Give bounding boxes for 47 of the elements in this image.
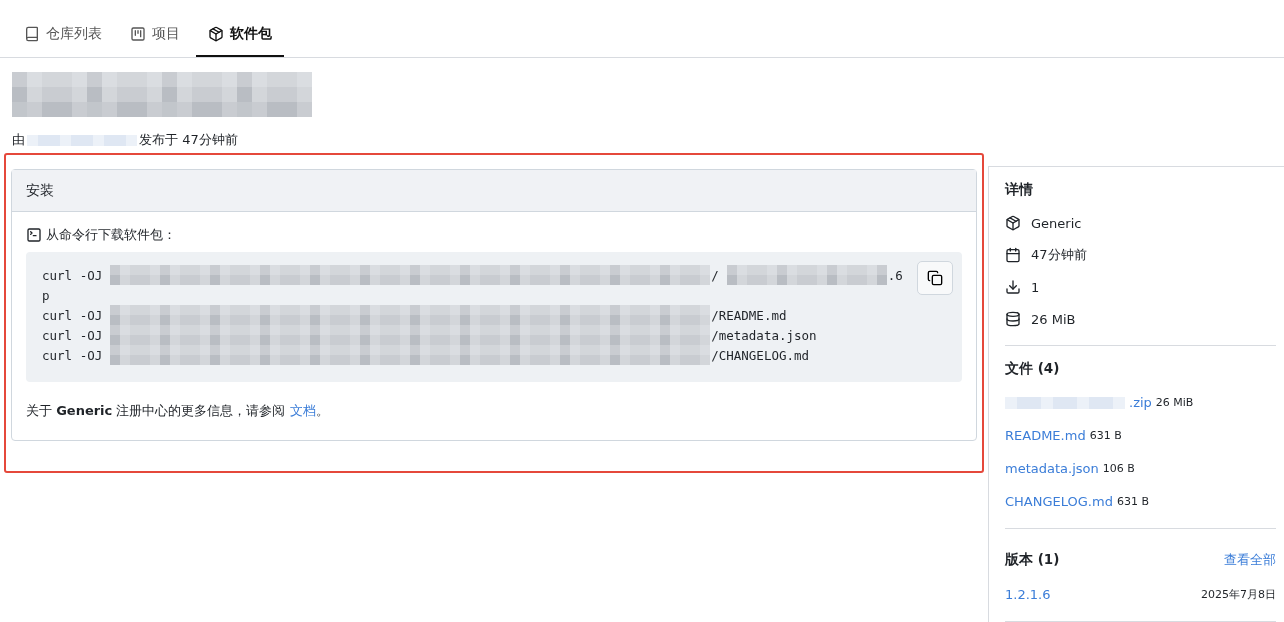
section-title: 版本 (1)	[1005, 551, 1060, 569]
file-size: 106 B	[1102, 462, 1135, 475]
download-icon	[1005, 279, 1021, 295]
file-link[interactable]: README.md	[1005, 428, 1086, 443]
byline-text: 发布于 47分钟前	[139, 131, 238, 149]
file-size: 631 B	[1089, 429, 1122, 442]
code-text: curl -OJ	[42, 347, 103, 363]
detail-text: 1	[1031, 279, 1040, 295]
code-text: /	[711, 267, 719, 283]
code-text: /CHANGELOG.md	[711, 347, 810, 363]
tab[interactable]: 仓库列表	[12, 13, 114, 57]
info-text: 关于 Generic 注册中心的更多信息，请参阅 文档。	[26, 402, 330, 420]
card-title: 安装	[12, 170, 976, 212]
package-icon	[208, 26, 224, 42]
section-title: 详情	[1005, 181, 1034, 199]
file-link[interactable]: .zip	[1129, 395, 1152, 410]
file-size: 631 B	[1116, 495, 1149, 508]
subtitle: 从命令行下载软件包：	[46, 226, 176, 244]
byline-text: 由	[12, 131, 25, 149]
calendar-icon	[1005, 247, 1021, 263]
code-text: curl -OJ	[42, 327, 103, 343]
view-all-link[interactable]: 查看全部	[1224, 551, 1276, 569]
code-text: .6	[887, 267, 903, 283]
file-link[interactable]: metadata.json	[1005, 461, 1099, 476]
board-icon	[130, 26, 146, 42]
code-text: curl -OJ	[42, 267, 103, 283]
section-title: 文件 (4)	[1005, 360, 1061, 378]
version-link[interactable]: 1.2.1.6	[1005, 586, 1051, 602]
tab[interactable]: 项目	[118, 13, 192, 57]
terminal-icon	[26, 227, 42, 243]
code-text: p	[42, 287, 50, 303]
version-date: 2025年7月8日	[1201, 586, 1276, 602]
detail-text: Generic	[1031, 215, 1082, 231]
detail-text: 26 MiB	[1031, 311, 1076, 327]
file-link[interactable]: CHANGELOG.md	[1005, 494, 1113, 509]
package-icon	[1005, 215, 1021, 231]
code-text: /metadata.json	[711, 327, 817, 343]
code-text: curl -OJ	[42, 307, 103, 323]
detail-text: 47分钟前	[1031, 246, 1087, 264]
copy-icon	[927, 270, 943, 286]
copy-button[interactable]	[917, 261, 953, 295]
docs-link[interactable]: 文档	[289, 403, 316, 418]
book-icon	[24, 26, 40, 42]
tab[interactable]: 软件包	[196, 13, 284, 57]
database-icon	[1005, 311, 1021, 327]
file-size: 26 MiB	[1155, 396, 1194, 409]
code-text: /README.md	[711, 307, 787, 323]
